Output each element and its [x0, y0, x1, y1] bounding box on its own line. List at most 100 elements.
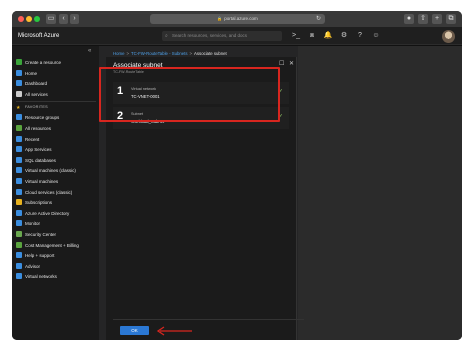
sidebar-item-all-services[interactable]: All services [16, 90, 98, 100]
sidebar-item-monitor[interactable]: Monitor [16, 219, 98, 229]
dashboard-icon [16, 80, 22, 87]
ok-button[interactable]: OK [120, 326, 149, 335]
new-tab-icon[interactable]: + [432, 14, 442, 24]
sidebar-item-security-center[interactable]: Security Center [16, 230, 98, 240]
create-a-resource-icon [16, 59, 22, 65]
minimize-window-button[interactable] [26, 16, 32, 22]
directory-filter-icon[interactable]: ⧈ [306, 30, 318, 42]
notifications-icon[interactable]: 🔔 [322, 30, 334, 42]
star-icon: ★ [16, 105, 21, 112]
tabs-overview-icon[interactable]: ⧉ [446, 14, 456, 24]
breadcrumb-separator: > [126, 51, 129, 56]
help-icon[interactable]: ? [354, 30, 366, 42]
sidebar-item-create-a-resource[interactable]: Create a resource [16, 58, 98, 68]
sidebar-item-azure-active-directory[interactable]: Azure Active Directory [16, 209, 98, 219]
sidebar-toggle-icon[interactable]: ▭ [46, 14, 56, 24]
sidebar-item-home[interactable]: Home [16, 69, 98, 79]
sidebar-item-virtual-machines[interactable]: Virtual machines [16, 177, 98, 187]
sidebar-item-advisor[interactable]: Advisor [16, 262, 98, 272]
sidebar-item-recent[interactable]: Recent [16, 135, 98, 145]
collapse-sidebar-icon[interactable]: « [88, 48, 91, 54]
avatar[interactable] [442, 30, 455, 43]
sidebar-item-resource-groups[interactable]: Resource groups [16, 113, 98, 123]
sidebar-item-all-resources[interactable]: All resources [16, 124, 98, 134]
sidebar-item-label: Dashboard [25, 81, 48, 87]
cloud-services-classic-icon [16, 188, 22, 195]
maximize-icon[interactable]: ☐ [279, 60, 284, 67]
sidebar-item-app-services[interactable]: App Services [16, 145, 98, 155]
sidebar-item-label: Cloud services (classic) [25, 189, 73, 195]
sidebar-item-cost-management-billing[interactable]: Cost Management + Billing [16, 241, 98, 251]
sidebar-item-label: Virtual networks [25, 274, 57, 280]
sidebar-item-label: Security Center [25, 232, 57, 237]
subscriptions-icon [16, 199, 22, 206]
sidebar-item-help-support[interactable]: Help + support [16, 251, 98, 261]
sidebar-heading-favorites: ★ FAVORITES [16, 102, 98, 112]
sidebar: « Create a resource Home Dashboard All serv… [12, 46, 99, 340]
sidebar-item-label: Help + support [25, 253, 55, 259]
sidebar-item-sql-databases[interactable]: SQL databases [16, 156, 98, 166]
recent-icon [16, 135, 22, 142]
breadcrumb-subnets[interactable]: TC-FW-RouteTable - Subnets [131, 51, 188, 56]
sidebar-item-label: Azure Active Directory [25, 210, 70, 216]
brand-title[interactable]: Microsoft Azure [18, 27, 59, 45]
annotation-arrow-icon [156, 326, 192, 336]
sidebar-item-label: Cost Management + Billing [25, 242, 79, 248]
address-bar[interactable]: 🔒 portal.azure.com ↻ [150, 14, 325, 24]
cloud-shell-icon[interactable]: >_ [290, 30, 302, 42]
background-pane [298, 46, 462, 340]
close-window-button[interactable] [18, 16, 24, 22]
browser-toolbar: ▭ ‹ › 🔒 portal.azure.com ↻ ● ⇧ + ⧉ [12, 11, 462, 27]
sidebar-item-label: Subscriptions [25, 200, 53, 206]
breadcrumb-separator: > [189, 51, 193, 56]
sidebar-item-label: Virtual machines (classic) [25, 168, 76, 174]
sidebar-item-virtual-networks[interactable]: Virtual networks [16, 272, 98, 282]
sidebar-item-cloud-services-classic[interactable]: Cloud services (classic) [16, 188, 98, 198]
security-center-icon [16, 231, 22, 237]
all-services-icon [16, 90, 22, 97]
url-text: portal.azure.com [224, 16, 258, 21]
breadcrumb: Home > TC-FW-RouteTable - Subnets > Associat… [113, 51, 227, 56]
lock-icon: 🔒 [217, 16, 223, 21]
app-services-icon [16, 146, 22, 153]
divider [113, 319, 304, 320]
sidebar-item-label: All services [25, 91, 48, 97]
sql-databases-icon [16, 156, 22, 163]
extension-icon[interactable]: ● [404, 14, 414, 24]
virtual-machines-icon [16, 178, 22, 184]
annotation-highlight-box [99, 67, 280, 122]
maximize-window-button[interactable] [34, 16, 40, 22]
sidebar-item-label: Monitor [25, 221, 41, 227]
help-support-icon [16, 252, 22, 259]
sidebar-item-virtual-machines-classic[interactable]: Virtual machines (classic) [16, 166, 98, 176]
resource-groups-icon [16, 114, 22, 121]
sidebar-item-label: Advisor [25, 263, 41, 269]
reload-icon[interactable]: ↻ [316, 14, 321, 24]
sidebar-item-subscriptions[interactable]: Subscriptions [16, 198, 98, 208]
search-placeholder: Search resources, services, and docs [172, 33, 248, 38]
close-icon[interactable]: ✕ [289, 60, 294, 67]
sidebar-item-label: All resources [25, 126, 52, 131]
advisor-icon [16, 262, 22, 269]
sidebar-item-label: Resource groups [25, 115, 60, 121]
share-icon[interactable]: ⇧ [418, 14, 428, 24]
virtual-networks-icon [16, 273, 22, 280]
virtual-machines-classic-icon [16, 167, 22, 174]
sidebar-item-dashboard[interactable]: Dashboard [16, 79, 98, 89]
sidebar-item-label: Virtual machines [25, 179, 59, 184]
search-icon: ⌕ [165, 33, 168, 39]
sidebar-item-label: SQL databases [25, 157, 56, 163]
sidebar-item-label: Recent [25, 136, 40, 142]
feedback-icon[interactable]: ☺ [370, 30, 382, 42]
sidebar-item-label: App Services [25, 147, 52, 153]
home-icon [16, 69, 22, 76]
search-input[interactable]: ⌕ Search resources, services, and docs [162, 31, 282, 41]
portal-header: Microsoft Azure ⌕ Search resources, serv… [12, 27, 462, 45]
back-button[interactable]: ‹ [59, 14, 68, 24]
forward-button[interactable]: › [70, 14, 79, 24]
sidebar-item-label: Home [25, 70, 38, 76]
sidebar-item-label: Create a resource [25, 60, 62, 65]
breadcrumb-home[interactable]: Home [113, 51, 124, 56]
sidebar-item-label: FAVORITES [25, 105, 48, 110]
settings-icon[interactable]: ⚙ [338, 30, 350, 42]
